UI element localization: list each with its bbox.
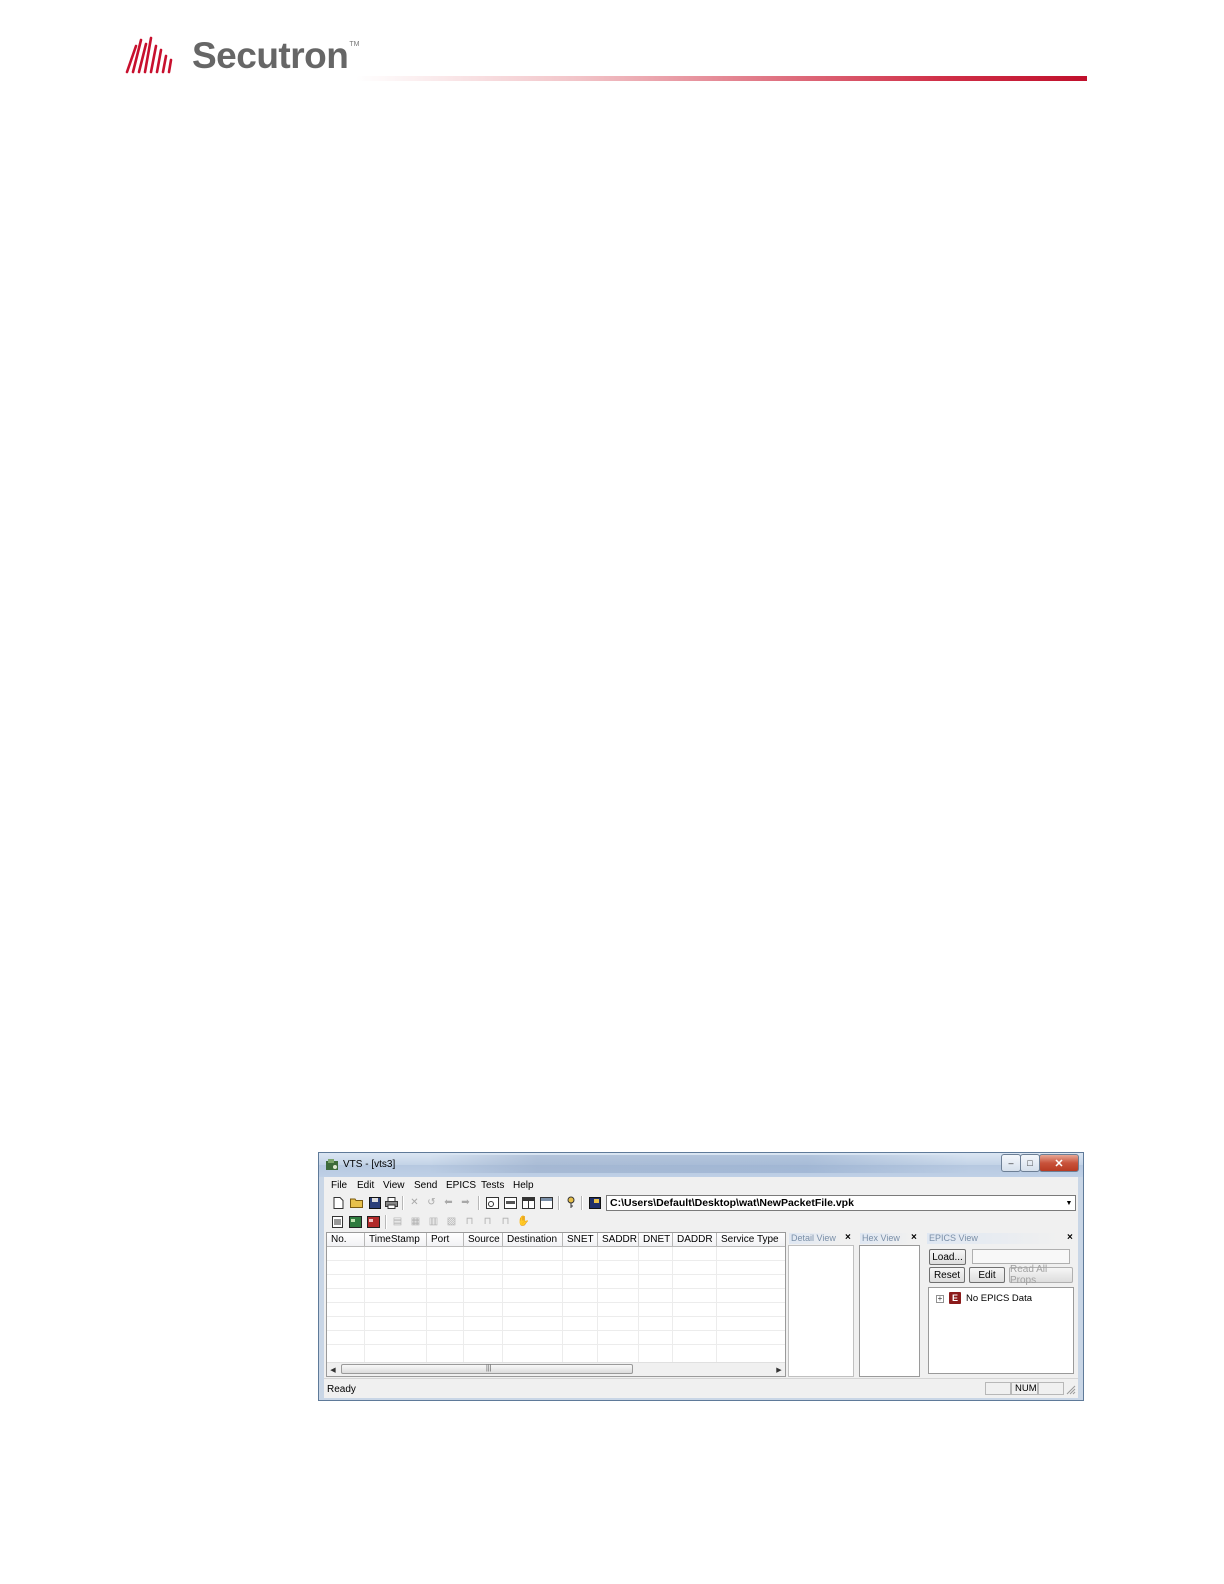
test-icon-6[interactable]: ⊓ (481, 1215, 494, 1228)
status-text: Ready (327, 1384, 356, 1395)
packet-file-icon[interactable] (588, 1196, 601, 1209)
title-bar[interactable]: VTS - [vts3] – □ ✕ (319, 1153, 1083, 1177)
menu-help[interactable]: Help (513, 1180, 534, 1191)
vts-window: VTS - [vts3] – □ ✕ File Edit View Send E… (318, 1152, 1084, 1401)
flame-logo-icon (125, 36, 173, 74)
new-file-icon[interactable] (332, 1196, 345, 1209)
col-service-type[interactable]: Service Type (717, 1233, 785, 1247)
epics-view-pane: EPICS View × Load... Reset Edit Read All… (926, 1232, 1076, 1377)
forward-arrow-icon[interactable]: ➡ (459, 1196, 472, 1209)
client-area: File Edit View Send EPICS Tests Help ✕ ↺… (324, 1177, 1078, 1398)
test-icon-4[interactable]: ▧ (445, 1215, 458, 1228)
epics-reset-button[interactable]: Reset (929, 1267, 965, 1283)
brand-name: Secutron (192, 35, 349, 76)
epics-e-icon: E (949, 1292, 961, 1304)
menu-view[interactable]: View (383, 1180, 405, 1191)
detail-view-close-icon[interactable]: × (845, 1232, 851, 1243)
help-key-icon[interactable] (564, 1196, 577, 1209)
combo-dropdown-icon[interactable]: ▼ (1063, 1196, 1075, 1210)
horizontal-scrollbar[interactable]: ◀ ||| ▶ (327, 1362, 785, 1376)
secondary-toolbar: ▤ ▦ ▥ ▧ ⊓ ⊓ ⊓ ✋ (324, 1213, 534, 1231)
hex-view-pane: Hex View × (859, 1232, 922, 1377)
packet-list[interactable]: No. TimeStamp Port Source Destination SN… (326, 1232, 786, 1377)
col-destination[interactable]: Destination (503, 1233, 563, 1247)
menu-file[interactable]: File (331, 1180, 347, 1191)
menu-send[interactable]: Send (414, 1180, 437, 1191)
refresh-icon[interactable]: ↺ (425, 1196, 438, 1209)
send-window-icon[interactable] (486, 1196, 499, 1209)
detail-view-icon[interactable] (522, 1196, 535, 1209)
col-dnet[interactable]: DNET (639, 1233, 673, 1247)
main-toolbar: ✕ ↺ ⬅ ➡ C:\Users\Default\Desktop\wat\New… (324, 1194, 1078, 1212)
header-rule (356, 76, 1087, 81)
scroll-thumb[interactable]: ||| (341, 1364, 633, 1374)
save-icon[interactable] (368, 1196, 381, 1209)
epics-file-field[interactable] (972, 1249, 1070, 1264)
close-button[interactable]: ✕ (1039, 1154, 1079, 1172)
menu-edit[interactable]: Edit (357, 1180, 374, 1191)
col-source[interactable]: Source (464, 1233, 503, 1247)
back-arrow-icon[interactable]: ⬅ (442, 1196, 455, 1209)
scroll-right-icon[interactable]: ▶ (773, 1364, 785, 1375)
maximize-button[interactable]: □ (1020, 1154, 1040, 1172)
col-timestamp[interactable]: TimeStamp (365, 1233, 427, 1247)
col-port[interactable]: Port (427, 1233, 464, 1247)
col-daddr[interactable]: DADDR (673, 1233, 717, 1247)
tree-expand-icon[interactable]: + (936, 1295, 944, 1303)
scroll-left-icon[interactable]: ◀ (327, 1364, 339, 1375)
test-icon-5[interactable]: ⊓ (463, 1215, 476, 1228)
document-icon[interactable] (331, 1215, 344, 1228)
col-snet[interactable]: SNET (563, 1233, 598, 1247)
test-icon-7[interactable]: ⊓ (499, 1215, 512, 1228)
hex-view-title: Hex View (860, 1233, 910, 1244)
hand-icon[interactable]: ✋ (517, 1215, 530, 1228)
epics-tree[interactable]: + E No EPICS Data (928, 1287, 1074, 1374)
device-red-icon[interactable] (367, 1215, 380, 1228)
print-icon[interactable] (385, 1196, 398, 1209)
epics-view-close-icon[interactable]: × (1067, 1232, 1073, 1243)
vts-app-icon (326, 1159, 338, 1170)
col-saddr[interactable]: SADDR (598, 1233, 639, 1247)
menu-tests[interactable]: Tests (481, 1180, 504, 1191)
detail-view-title: Detail View (789, 1233, 843, 1244)
col-no[interactable]: No. (327, 1233, 365, 1247)
window-title: VTS - [vts3] (343, 1159, 396, 1170)
menu-bar: File Edit View Send EPICS Tests Help (324, 1177, 1078, 1194)
detail-view-pane: Detail View × (788, 1232, 856, 1377)
packet-file-combo[interactable]: C:\Users\Default\Desktop\wat\NewPacketFi… (606, 1195, 1076, 1211)
device-green-icon[interactable] (349, 1215, 362, 1228)
epics-view-title: EPICS View (927, 1233, 1059, 1244)
test-icon-2[interactable]: ▦ (409, 1215, 422, 1228)
menu-epics[interactable]: EPICS (446, 1180, 476, 1191)
test-icon-1[interactable]: ▤ (391, 1215, 404, 1228)
epics-edit-button[interactable]: Edit (969, 1267, 1005, 1283)
epics-load-button[interactable]: Load... (929, 1249, 966, 1265)
packet-file-path: C:\Users\Default\Desktop\wat\NewPacketFi… (610, 1197, 854, 1209)
resize-grip-icon[interactable] (1066, 1385, 1076, 1395)
hex-view-icon[interactable] (540, 1196, 553, 1209)
hex-view-close-icon[interactable]: × (911, 1232, 917, 1243)
num-lock-indicator: NUM (1011, 1382, 1038, 1395)
status-bar: Ready NUM (324, 1378, 1078, 1398)
open-folder-icon[interactable] (350, 1196, 363, 1209)
epics-read-all-button[interactable]: Read All Props (1009, 1264, 1073, 1286)
test-icon-3[interactable]: ▥ (427, 1215, 440, 1228)
delete-icon[interactable]: ✕ (408, 1196, 421, 1209)
document-header: Secutron TM (0, 0, 1224, 100)
secutron-logo: Secutron TM (124, 36, 359, 76)
packet-list-icon[interactable] (504, 1196, 517, 1209)
trademark-mark: TM (349, 40, 360, 48)
minimize-button[interactable]: – (1001, 1154, 1021, 1172)
epics-tree-item[interactable]: No EPICS Data (966, 1293, 1032, 1304)
